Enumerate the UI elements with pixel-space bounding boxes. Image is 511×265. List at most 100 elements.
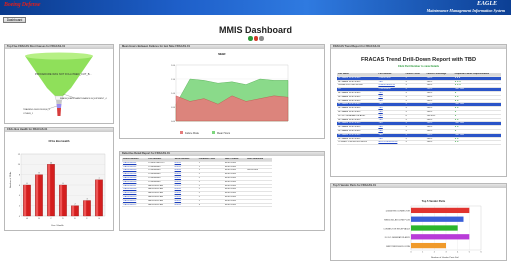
defect-cell: [246, 203, 272, 208]
vendor-bar-chart: Number of Vendor Parts Fail 0 1 2 3 4 5 6 12345…: [383, 205, 482, 259]
cfa-x-tick-label: B: [38, 218, 40, 220]
defect-cell: 05/01/2009: [223, 203, 247, 208]
cfa-bar-highlight: [36, 174, 39, 216]
defect-number-link[interactable]: CAPR000012: [122, 203, 148, 208]
cfa-x-label: Year / Health: [51, 224, 64, 227]
mtbf-y-tick-label: 2.00: [171, 65, 176, 67]
fracas-trend-subtitle: Click Part Number to view Details: [397, 65, 440, 68]
system-name: Maintenance Management Information Syste…: [426, 8, 505, 13]
vendor-x-tick-label: 6: [480, 252, 482, 254]
vendor-bar[interactable]: [411, 234, 470, 240]
trend-cell: 100%: [425, 140, 454, 146]
vendor-bar[interactable]: [411, 216, 464, 222]
vendor-x-label: Number of Vendor Parts Fail: [431, 256, 459, 259]
cfa-chart-title: CFAs Box Health: [48, 140, 70, 143]
cfa-bar-highlight: [24, 185, 27, 216]
vendor-bar[interactable]: [411, 242, 446, 249]
legend-label-mean: Mean Hours: [217, 132, 231, 135]
defect-report-panel: Defective Detail Report for FRACAS-01 De…: [119, 151, 325, 231]
page-title: MMIS Dashboard: [218, 25, 292, 35]
cfa-health-header: CFAs Box Health for FRACAS-01: [5, 128, 113, 132]
funnel-segment-5[interactable]: [57, 108, 61, 116]
cfa-y-tick-label: 0: [19, 216, 21, 218]
legend-swatch-failure: [180, 131, 183, 134]
vendor-y-tick-label: CONNECTOR RECEPTACLE: [383, 227, 410, 230]
fracas-trend-header: FRACAS Trend Report for FRACAS-01: [331, 45, 506, 49]
vendor-x-tick-label: 2: [434, 252, 436, 254]
fracas-trend-panel: FRACAS Trend Report for FRACAS-01 FRACAS…: [330, 44, 507, 177]
mtbf-header: Mean Hours Between Failures for last Nin…: [120, 45, 324, 49]
vendor-y-tick-label: M83513/01-BB CONN PLUG: [384, 220, 410, 222]
cfa-bar-chart: Number of CFAs Year / Health 0246810126A…: [9, 154, 106, 227]
vendor-x-tick-label: 1: [422, 252, 424, 254]
dashboard-button[interactable]: Dashboard: [3, 17, 26, 23]
top-vendors-header: Top 5 Vendor Parts for FRACAS-01: [331, 184, 506, 188]
funnel-label-1: PROCEDURE WAS NOT FOLLOWED_CUT_B...: [35, 72, 92, 76]
cfa-bar-highlight: [60, 185, 63, 216]
cfa-health-panel: CFAs Box Health for FRACAS-01 CFAs Box H…: [4, 127, 114, 231]
cfa-x-tick-label: D: [62, 218, 64, 220]
legend-swatch-mean: [212, 131, 215, 134]
part-number-link[interactable]: M83723/83R1601N: [377, 140, 405, 146]
cfa-x-tick-label: G: [98, 218, 100, 220]
cfa-bar-highlight: [72, 205, 75, 216]
brand-name: EAGLE: [476, 1, 497, 7]
vendor-bar[interactable]: [411, 225, 458, 231]
mtbf-panel: Mean Hours Between Failures for last Nin…: [119, 44, 325, 139]
mtbf-area-chart: Failure Mode Mean Hours 0.00 0.50 1.00 1.50…: [171, 65, 289, 135]
vendor-bar[interactable]: [411, 207, 470, 214]
app-banner: Boeing Defense EAGLE Maintenance Managem…: [0, 0, 511, 15]
funnel-label-2: INADEQUATE MAINTENANCE EQUIPMENT_4: [60, 97, 107, 100]
cfa-x-tick-label: C: [50, 218, 52, 220]
title-icon-group: [248, 36, 264, 41]
cfa-y-tick-label: 12: [18, 154, 21, 156]
fracas-trend-table: Part Name Part Number Failure Count Failure…: [337, 73, 501, 146]
failure-rating: ★★: [453, 140, 501, 146]
cfa-y-tick-label: 2: [19, 205, 21, 207]
funnel-top-rim: [25, 52, 93, 60]
company-logo: Boeing Defense: [4, 2, 41, 8]
vendor-y-tick-label: DC-DC GENERATOR ASSY: [385, 236, 411, 239]
mtbf-y-tick-label: 0.00: [171, 121, 176, 123]
vendor-y-tick-label: 1234567890 CONNECTOR: [385, 211, 410, 213]
defect-row: CAPR000012 M83513/01-BB R9832 3 05/01/2009: [122, 203, 272, 208]
defect-cell: M83513/01-BB: [147, 203, 174, 208]
defect-table: Defect Number Part Number Serial Number Lot…: [122, 158, 272, 208]
funnel-segment-1[interactable]: [25, 56, 93, 96]
vendor-x-tick-label: 4: [457, 252, 459, 254]
legend-label-failure: Failure Mode: [185, 132, 200, 135]
mtbf-y-tick-label: 0.50: [171, 107, 176, 109]
top-five-panel: Top Five FRACAS Root Causes for FRACAS-0…: [4, 44, 114, 124]
cfa-y-tick-label: 8: [19, 174, 21, 176]
mtbf-y-tick-label: 1.50: [171, 79, 176, 81]
vendor-x-tick-label: 3: [445, 252, 447, 254]
trend-row[interactable]: CONNECTOR RECEPTACLE M83723/83R1601N 5 100%…: [337, 140, 501, 146]
alert-icon[interactable]: [253, 36, 258, 41]
refresh-icon[interactable]: [248, 36, 253, 41]
cfa-y-tick-label: 4: [19, 195, 21, 197]
cfa-bar-highlight: [84, 200, 87, 216]
cfa-y-tick-label: 10: [18, 164, 21, 166]
defect-report-header: Defective Detail Report for FRACAS-01: [120, 152, 324, 156]
trend-cell: 5: [404, 140, 426, 146]
vendor-y-tick-label: M83723/83R1601N CONN: [386, 246, 410, 248]
cfa-x-tick-label: A: [26, 217, 28, 220]
cfa-x-tick-label: E: [74, 218, 76, 220]
funnel-chart: PROCEDURE WAS NOT FOLLOWED_CUT_B... INAD…: [23, 52, 107, 116]
top-vendors-panel: Top 5 Vendor Parts for FRACAS-01 Top 5 V…: [330, 183, 507, 261]
cfa-bar-highlight: [96, 179, 99, 216]
cfa-bar-highlight: [48, 164, 51, 216]
defect-cell: 3: [197, 203, 224, 208]
cfa-y-label: Number of CFAs: [9, 171, 12, 188]
fracas-trend-title: FRACAS Trend Drill-Down Report with TBD: [361, 57, 476, 63]
settings-icon[interactable]: [259, 36, 264, 41]
funnel-segment-3[interactable]: [56, 100, 62, 104]
funnel-segment-4[interactable]: [56, 104, 62, 108]
funnel-label-3: TRAINING DEFICIENCY_3: [23, 108, 51, 111]
cfa-y-tick-label: 6: [19, 185, 21, 187]
trend-cell: CONNECTOR RECEPTACLE: [337, 140, 378, 146]
defect-cell[interactable]: R9832: [173, 203, 198, 208]
top-five-header: Top Five FRACAS Root Causes for FRACAS-0…: [5, 45, 113, 49]
mtbf-y-tick-label: 1.00: [171, 93, 176, 95]
vendor-x-tick-label: 5: [469, 252, 471, 254]
